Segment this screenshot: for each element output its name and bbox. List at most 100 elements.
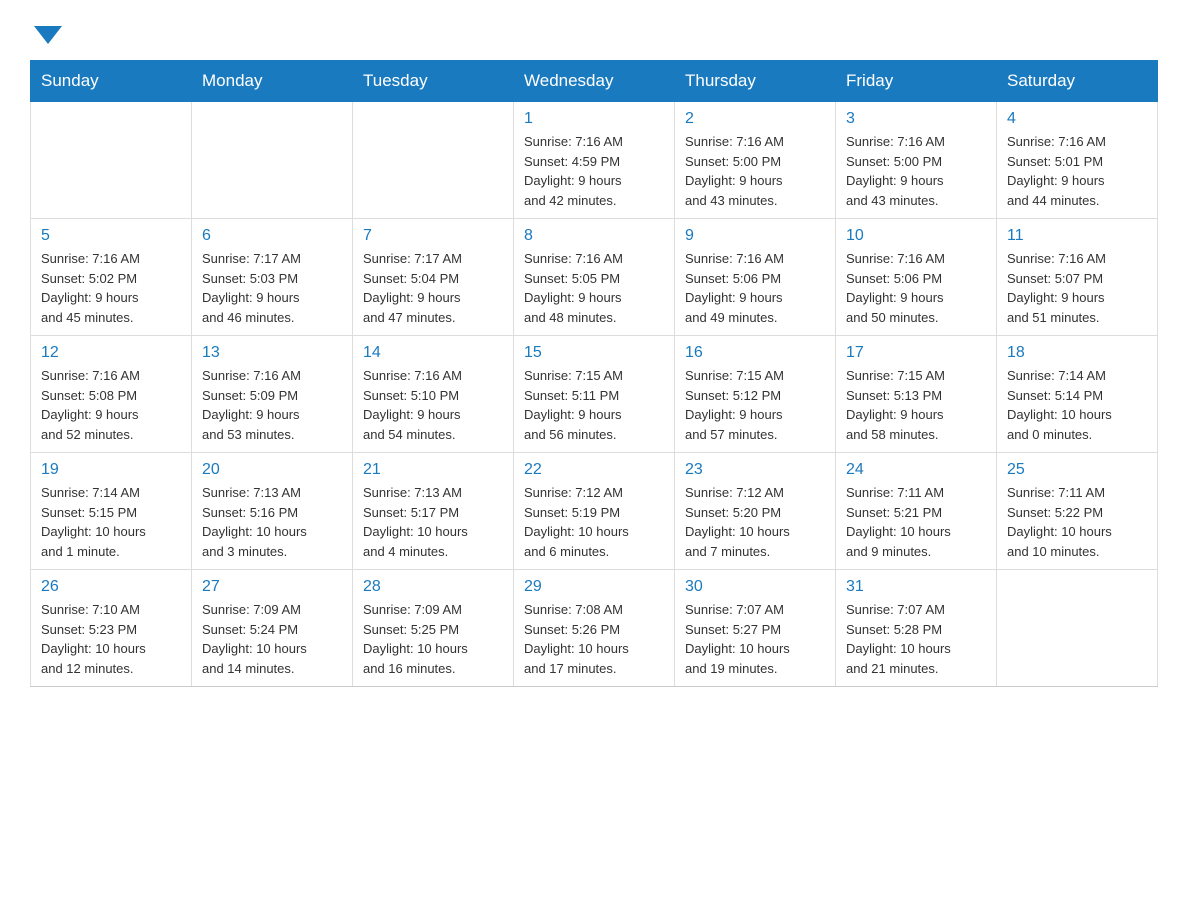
calendar-cell: 24 Sunrise: 7:11 AM Sunset: 5:21 PM Dayli… [836,453,997,570]
day-info: Sunrise: 7:11 AM Sunset: 5:21 PM Dayligh… [846,483,986,561]
weekday-header-monday: Monday [192,61,353,102]
day-info: Sunrise: 7:13 AM Sunset: 5:16 PM Dayligh… [202,483,342,561]
logo-arrow-icon [34,26,62,44]
calendar-body: 1 Sunrise: 7:16 AM Sunset: 4:59 PM Daylig… [31,102,1158,687]
day-info: Sunrise: 7:16 AM Sunset: 5:01 PM Dayligh… [1007,132,1147,210]
calendar-cell: 20 Sunrise: 7:13 AM Sunset: 5:16 PM Dayli… [192,453,353,570]
weekday-header-wednesday: Wednesday [514,61,675,102]
logo [30,20,62,40]
calendar-cell: 3 Sunrise: 7:16 AM Sunset: 5:00 PM Daylig… [836,102,997,219]
day-number: 15 [524,344,664,362]
weekday-header-saturday: Saturday [997,61,1158,102]
day-number: 12 [41,344,181,362]
calendar-cell: 30 Sunrise: 7:07 AM Sunset: 5:27 PM Dayli… [675,570,836,687]
day-info: Sunrise: 7:09 AM Sunset: 5:25 PM Dayligh… [363,600,503,678]
calendar-week-3: 12 Sunrise: 7:16 AM Sunset: 5:08 PM Dayli… [31,336,1158,453]
calendar-cell: 9 Sunrise: 7:16 AM Sunset: 5:06 PM Daylig… [675,219,836,336]
calendar-cell: 5Sunrise: 7:16 AM Sunset: 5:02 PM Daylig… [31,219,192,336]
day-info: Sunrise: 7:16 AM Sunset: 5:09 PM Dayligh… [202,366,342,444]
calendar-cell: 22 Sunrise: 7:12 AM Sunset: 5:19 PM Dayli… [514,453,675,570]
calendar-cell [192,102,353,219]
day-info: Sunrise: 7:16 AM Sunset: 5:10 PM Dayligh… [363,366,503,444]
calendar-cell: 17Sunrise: 7:15 AM Sunset: 5:13 PM Dayli… [836,336,997,453]
calendar-cell: 23Sunrise: 7:12 AM Sunset: 5:20 PM Dayli… [675,453,836,570]
calendar-cell [31,102,192,219]
day-info: Sunrise: 7:16 AM Sunset: 5:07 PM Dayligh… [1007,249,1147,327]
calendar-week-1: 1 Sunrise: 7:16 AM Sunset: 4:59 PM Daylig… [31,102,1158,219]
day-number: 24 [846,461,986,479]
day-number: 21 [363,461,503,479]
day-info: Sunrise: 7:15 AM Sunset: 5:12 PM Dayligh… [685,366,825,444]
day-number: 19 [41,461,181,479]
day-number: 29 [524,578,664,596]
page-header [30,20,1158,40]
day-info: Sunrise: 7:07 AM Sunset: 5:28 PM Dayligh… [846,600,986,678]
day-info: Sunrise: 7:16 AM Sunset: 5:02 PM Dayligh… [41,249,181,327]
day-number: 25 [1007,461,1147,479]
calendar-cell: 14 Sunrise: 7:16 AM Sunset: 5:10 PM Dayli… [353,336,514,453]
calendar-cell: 13Sunrise: 7:16 AM Sunset: 5:09 PM Dayli… [192,336,353,453]
day-number: 30 [685,578,825,596]
day-info: Sunrise: 7:16 AM Sunset: 4:59 PM Dayligh… [524,132,664,210]
day-number: 20 [202,461,342,479]
day-number: 23 [685,461,825,479]
day-info: Sunrise: 7:15 AM Sunset: 5:13 PM Dayligh… [846,366,986,444]
day-number: 27 [202,578,342,596]
calendar-cell: 25 Sunrise: 7:11 AM Sunset: 5:22 PM Dayli… [997,453,1158,570]
day-info: Sunrise: 7:16 AM Sunset: 5:06 PM Dayligh… [846,249,986,327]
day-info: Sunrise: 7:14 AM Sunset: 5:14 PM Dayligh… [1007,366,1147,444]
calendar-cell: 7Sunrise: 7:17 AM Sunset: 5:04 PM Daylig… [353,219,514,336]
day-info: Sunrise: 7:16 AM Sunset: 5:00 PM Dayligh… [846,132,986,210]
day-info: Sunrise: 7:12 AM Sunset: 5:19 PM Dayligh… [524,483,664,561]
calendar-cell: 26 Sunrise: 7:10 AM Sunset: 5:23 PM Dayli… [31,570,192,687]
day-number: 28 [363,578,503,596]
calendar-week-4: 19Sunrise: 7:14 AM Sunset: 5:15 PM Dayli… [31,453,1158,570]
day-number: 6 [202,227,342,245]
day-info: Sunrise: 7:10 AM Sunset: 5:23 PM Dayligh… [41,600,181,678]
calendar-cell: 12 Sunrise: 7:16 AM Sunset: 5:08 PM Dayli… [31,336,192,453]
weekday-header-tuesday: Tuesday [353,61,514,102]
day-info: Sunrise: 7:08 AM Sunset: 5:26 PM Dayligh… [524,600,664,678]
calendar-cell: 15Sunrise: 7:15 AM Sunset: 5:11 PM Dayli… [514,336,675,453]
calendar-cell: 18Sunrise: 7:14 AM Sunset: 5:14 PM Dayli… [997,336,1158,453]
calendar-cell: 21Sunrise: 7:13 AM Sunset: 5:17 PM Dayli… [353,453,514,570]
calendar-cell: 4 Sunrise: 7:16 AM Sunset: 5:01 PM Daylig… [997,102,1158,219]
calendar-cell: 8 Sunrise: 7:16 AM Sunset: 5:05 PM Daylig… [514,219,675,336]
day-info: Sunrise: 7:07 AM Sunset: 5:27 PM Dayligh… [685,600,825,678]
calendar-cell: 28 Sunrise: 7:09 AM Sunset: 5:25 PM Dayli… [353,570,514,687]
day-info: Sunrise: 7:17 AM Sunset: 5:03 PM Dayligh… [202,249,342,327]
day-number: 8 [524,227,664,245]
weekday-header-row: SundayMondayTuesdayWednesdayThursdayFrid… [31,61,1158,102]
day-number: 3 [846,110,986,128]
weekday-header-thursday: Thursday [675,61,836,102]
day-info: Sunrise: 7:11 AM Sunset: 5:22 PM Dayligh… [1007,483,1147,561]
calendar-cell [997,570,1158,687]
day-number: 22 [524,461,664,479]
day-number: 1 [524,110,664,128]
day-number: 7 [363,227,503,245]
day-info: Sunrise: 7:16 AM Sunset: 5:08 PM Dayligh… [41,366,181,444]
day-number: 14 [363,344,503,362]
day-number: 31 [846,578,986,596]
day-info: Sunrise: 7:16 AM Sunset: 5:00 PM Dayligh… [685,132,825,210]
calendar-week-2: 5Sunrise: 7:16 AM Sunset: 5:02 PM Daylig… [31,219,1158,336]
weekday-header-friday: Friday [836,61,997,102]
calendar-header: SundayMondayTuesdayWednesdayThursdayFrid… [31,61,1158,102]
weekday-header-sunday: Sunday [31,61,192,102]
day-number: 26 [41,578,181,596]
day-number: 11 [1007,227,1147,245]
calendar-cell: 19Sunrise: 7:14 AM Sunset: 5:15 PM Dayli… [31,453,192,570]
calendar-cell: 10 Sunrise: 7:16 AM Sunset: 5:06 PM Dayli… [836,219,997,336]
calendar-cell: 11 Sunrise: 7:16 AM Sunset: 5:07 PM Dayli… [997,219,1158,336]
day-info: Sunrise: 7:16 AM Sunset: 5:05 PM Dayligh… [524,249,664,327]
day-info: Sunrise: 7:09 AM Sunset: 5:24 PM Dayligh… [202,600,342,678]
calendar-cell: 2 Sunrise: 7:16 AM Sunset: 5:00 PM Daylig… [675,102,836,219]
day-number: 2 [685,110,825,128]
day-number: 9 [685,227,825,245]
calendar-cell: 16Sunrise: 7:15 AM Sunset: 5:12 PM Dayli… [675,336,836,453]
calendar-cell [353,102,514,219]
day-info: Sunrise: 7:16 AM Sunset: 5:06 PM Dayligh… [685,249,825,327]
calendar-week-5: 26 Sunrise: 7:10 AM Sunset: 5:23 PM Dayli… [31,570,1158,687]
day-number: 4 [1007,110,1147,128]
day-number: 10 [846,227,986,245]
